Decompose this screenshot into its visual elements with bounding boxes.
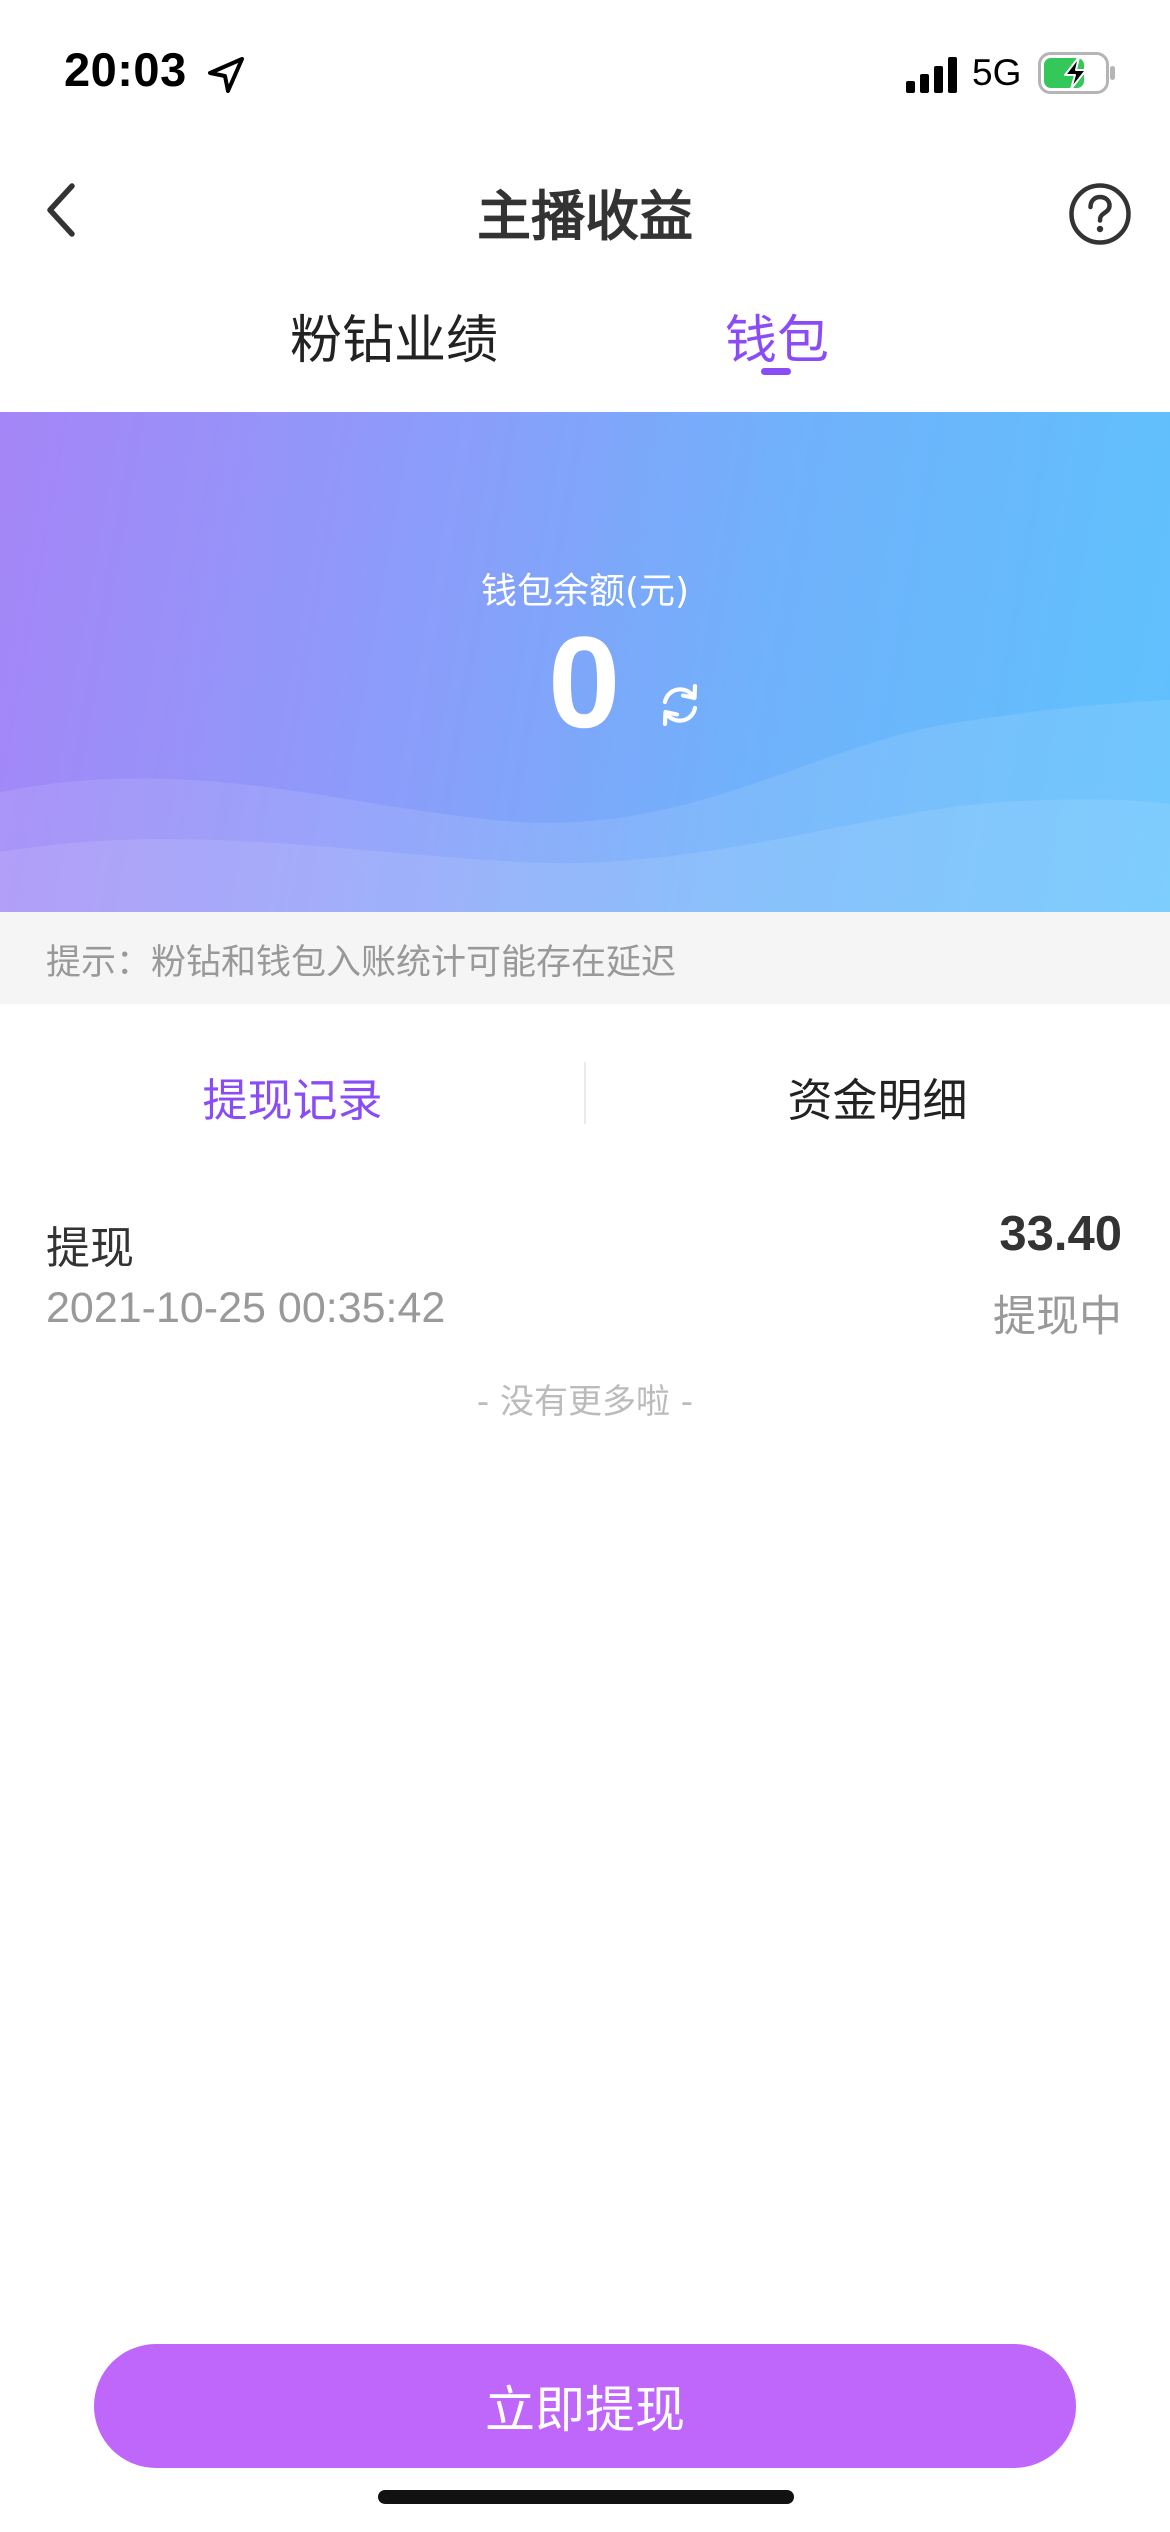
tab-fans-diamond-performance[interactable]: 粉钻业绩 <box>290 298 498 373</box>
location-arrow-icon <box>208 57 244 93</box>
withdraw-now-button[interactable]: 立即提现 <box>94 2344 1076 2468</box>
hint-text: 提示：粉钻和钱包入账统计可能存在延迟 <box>46 943 677 983</box>
tab-fund-details[interactable]: 资金明细 <box>585 1064 1170 1129</box>
tab-wallet[interactable]: 钱包 <box>725 298 829 373</box>
sub-tabs: 提现记录 资金明细 <box>0 1004 1170 1184</box>
question-circle-icon <box>1069 183 1131 245</box>
list-item[interactable]: 提现 33.40 2021-10-25 00:35:42 提现中 <box>0 1200 1170 1350</box>
record-time: 2021-10-25 00:35:42 <box>46 1284 446 1332</box>
balance-value: 0 <box>548 609 621 755</box>
tab-withdrawal-records[interactable]: 提现记录 <box>0 1064 585 1129</box>
help-button[interactable] <box>1060 174 1140 254</box>
active-tab-indicator <box>761 368 791 375</box>
record-type: 提现 <box>46 1223 134 1274</box>
network-label: 5G <box>972 52 1022 93</box>
top-tabs: 粉钻业绩 钱包 <box>0 290 1170 412</box>
status-bar: 20:03 5G <box>0 0 1170 140</box>
page: 20:03 5G 主播收益 粉钻业绩 钱包 钱包余额(元) 0 提示：粉钻和钱包… <box>0 0 1170 2532</box>
no-more-text: - 没有更多啦 - <box>476 1382 694 1422</box>
status-time: 20:03 <box>64 43 187 96</box>
nav-bar: 主播收益 <box>0 150 1170 270</box>
refresh-icon[interactable] <box>655 680 705 730</box>
record-status: 提现中 <box>993 1292 1122 1342</box>
balance-label: 钱包余额(元) <box>480 571 690 612</box>
hint-bar: 提示：粉钻和钱包入账统计可能存在延迟 <box>0 912 1170 1004</box>
page-title: 主播收益 <box>477 185 693 248</box>
home-indicator <box>378 2490 794 2504</box>
battery-charging-icon <box>1038 52 1115 94</box>
balance-card: 钱包余额(元) 0 <box>0 412 1170 912</box>
signal-bars-icon <box>906 57 957 93</box>
record-amount: 33.40 <box>999 1207 1122 1261</box>
